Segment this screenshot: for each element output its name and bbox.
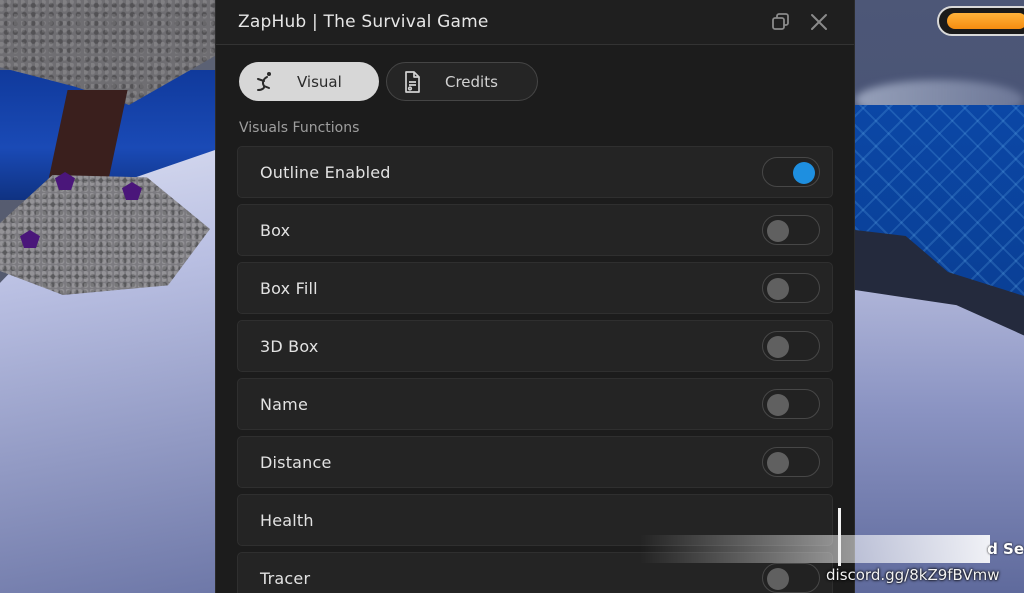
toggle-switch[interactable] bbox=[762, 389, 820, 419]
row-label: Distance bbox=[260, 452, 332, 472]
row-label: Health bbox=[260, 510, 314, 530]
discord-watermark: discord.gg/8kZ9fBVmw bbox=[826, 566, 1000, 584]
toggle-row-box-fill[interactable]: Box Fill bbox=[237, 262, 833, 314]
watermark-top-text: d Se bbox=[987, 540, 1024, 558]
toggle-row-health[interactable]: Health bbox=[237, 494, 833, 546]
script-hub-window: ZapHub | The Survival Game Visual Credit… bbox=[215, 0, 855, 593]
row-label: Outline Enabled bbox=[260, 162, 391, 182]
tab-label: Credits bbox=[445, 72, 498, 91]
document-icon bbox=[399, 69, 425, 95]
tab-credits[interactable]: Credits bbox=[386, 62, 538, 101]
toggle-row-name[interactable]: Name bbox=[237, 378, 833, 430]
toggle-row-distance[interactable]: Distance bbox=[237, 436, 833, 488]
hud-bar-fill bbox=[947, 13, 1024, 29]
toggle-row-outline-enabled[interactable]: Outline Enabled bbox=[237, 146, 833, 198]
toggle-switch[interactable] bbox=[762, 215, 820, 245]
restore-icon[interactable] bbox=[768, 9, 794, 35]
toggle-row-3d-box[interactable]: 3D Box bbox=[237, 320, 833, 372]
window-title: ZapHub | The Survival Game bbox=[238, 12, 489, 32]
close-icon[interactable] bbox=[806, 9, 832, 35]
row-label: Tracer bbox=[260, 568, 311, 588]
toggle-row-box[interactable]: Box bbox=[237, 204, 833, 256]
toggle-knob bbox=[767, 568, 789, 590]
toggle-switch[interactable] bbox=[762, 157, 820, 187]
toggle-switch[interactable] bbox=[762, 273, 820, 303]
toggle-switch[interactable] bbox=[762, 563, 820, 593]
hud-stamina-bar bbox=[937, 6, 1024, 36]
row-label: Box bbox=[260, 220, 291, 240]
row-label: Box Fill bbox=[260, 278, 318, 298]
tab-label: Visual bbox=[297, 72, 342, 91]
toggle-knob bbox=[767, 220, 789, 242]
toggle-knob bbox=[767, 452, 789, 474]
toggle-row-tracer[interactable]: Tracer bbox=[237, 552, 833, 593]
toggle-knob bbox=[767, 336, 789, 358]
tab-visual[interactable]: Visual bbox=[239, 62, 379, 101]
section-title: Visuals Functions bbox=[239, 120, 360, 136]
row-label: 3D Box bbox=[260, 336, 319, 356]
stretch-figure-icon bbox=[251, 69, 277, 95]
watermark-divider bbox=[838, 508, 841, 566]
title-bar[interactable]: ZapHub | The Survival Game bbox=[216, 0, 854, 45]
toggle-list: Outline Enabled Box Box Fill 3D Box Name… bbox=[216, 146, 854, 593]
toggle-switch[interactable] bbox=[762, 447, 820, 477]
toggle-knob bbox=[793, 162, 815, 184]
toggle-knob bbox=[767, 394, 789, 416]
row-label: Name bbox=[260, 394, 309, 414]
toggle-switch[interactable] bbox=[762, 331, 820, 361]
tab-bar: Visual Credits bbox=[216, 45, 854, 101]
toggle-knob bbox=[767, 278, 789, 300]
